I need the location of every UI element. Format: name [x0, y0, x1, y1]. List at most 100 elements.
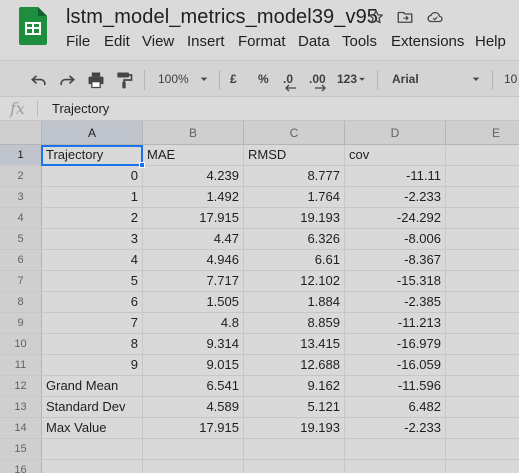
- cell-e6[interactable]: [446, 250, 519, 271]
- cell-d6[interactable]: -8.367: [345, 250, 446, 271]
- sheets-logo-icon[interactable]: [19, 7, 47, 45]
- move-to-folder-icon[interactable]: [396, 8, 414, 26]
- cell-c6[interactable]: 6.61: [244, 250, 345, 271]
- cell-e13[interactable]: [446, 397, 519, 418]
- cell-a9[interactable]: 7: [42, 313, 143, 334]
- menu-file[interactable]: File: [66, 33, 90, 50]
- menu-format[interactable]: Format: [238, 33, 286, 50]
- cell-a16[interactable]: [42, 460, 143, 473]
- cell-a14[interactable]: Max Value: [42, 418, 143, 439]
- cell-c16[interactable]: [244, 460, 345, 473]
- cell-d9[interactable]: -11.213: [345, 313, 446, 334]
- column-header-b[interactable]: B: [143, 121, 244, 145]
- cell-d5[interactable]: -8.006: [345, 229, 446, 250]
- cell-a5[interactable]: 3: [42, 229, 143, 250]
- menu-insert[interactable]: Insert: [187, 33, 225, 50]
- cell-a10[interactable]: 8: [42, 334, 143, 355]
- cell-a15[interactable]: [42, 439, 143, 460]
- document-title[interactable]: lstm_model_metrics_model39_v95: [66, 6, 378, 29]
- cell-c7[interactable]: 12.102: [244, 271, 345, 292]
- cell-c8[interactable]: 1.884: [244, 292, 345, 313]
- menu-help[interactable]: Help: [475, 33, 506, 50]
- menu-view[interactable]: View: [142, 33, 174, 50]
- cell-b4[interactable]: 17.915: [143, 208, 244, 229]
- cell-e2[interactable]: [446, 166, 519, 187]
- cell-c9[interactable]: 8.859: [244, 313, 345, 334]
- cell-b6[interactable]: 4.946: [143, 250, 244, 271]
- row-header-8[interactable]: 8: [0, 292, 42, 313]
- currency-format-button[interactable]: £: [230, 72, 237, 86]
- cell-a11[interactable]: 9: [42, 355, 143, 376]
- cell-b14[interactable]: 17.915: [143, 418, 244, 439]
- cell-a3[interactable]: 1: [42, 187, 143, 208]
- cell-d3[interactable]: -2.233: [345, 187, 446, 208]
- percent-format-button[interactable]: %: [258, 72, 269, 86]
- cell-b3[interactable]: 1.492: [143, 187, 244, 208]
- cell-c12[interactable]: 9.162: [244, 376, 345, 397]
- cell-a2[interactable]: 0: [42, 166, 143, 187]
- cloud-status-icon[interactable]: [426, 8, 444, 26]
- row-header-1[interactable]: 1: [0, 145, 42, 166]
- cell-c5[interactable]: 6.326: [244, 229, 345, 250]
- redo-icon[interactable]: [57, 70, 77, 90]
- menu-data[interactable]: Data: [298, 33, 330, 50]
- cell-c10[interactable]: 13.415: [244, 334, 345, 355]
- cell-c11[interactable]: 12.688: [244, 355, 345, 376]
- column-header-a[interactable]: A: [42, 121, 143, 145]
- zoom-dropdown-icon[interactable]: [196, 71, 212, 87]
- row-header-13[interactable]: 13: [0, 397, 42, 418]
- print-icon[interactable]: [86, 70, 106, 90]
- cell-d4[interactable]: -24.292: [345, 208, 446, 229]
- row-header-16[interactable]: 16: [0, 460, 42, 473]
- cell-d13[interactable]: 6.482: [345, 397, 446, 418]
- cell-b8[interactable]: 1.505: [143, 292, 244, 313]
- column-header-c[interactable]: C: [244, 121, 345, 145]
- cell-e5[interactable]: [446, 229, 519, 250]
- row-header-15[interactable]: 15: [0, 439, 42, 460]
- cell-b5[interactable]: 4.47: [143, 229, 244, 250]
- cell-b12[interactable]: 6.541: [143, 376, 244, 397]
- cell-b9[interactable]: 4.8: [143, 313, 244, 334]
- row-header-2[interactable]: 2: [0, 166, 42, 187]
- cell-d11[interactable]: -16.059: [345, 355, 446, 376]
- cell-d15[interactable]: [345, 439, 446, 460]
- cell-a8[interactable]: 6: [42, 292, 143, 313]
- column-header-d[interactable]: D: [345, 121, 446, 145]
- cell-c15[interactable]: [244, 439, 345, 460]
- cell-d1[interactable]: cov: [345, 145, 446, 166]
- cell-b2[interactable]: 4.239: [143, 166, 244, 187]
- cell-c13[interactable]: 5.121: [244, 397, 345, 418]
- cell-a13[interactable]: Standard Dev: [42, 397, 143, 418]
- column-header-e[interactable]: E: [446, 121, 519, 145]
- cell-c3[interactable]: 1.764: [244, 187, 345, 208]
- cell-b10[interactable]: 9.314: [143, 334, 244, 355]
- cell-c2[interactable]: 8.777: [244, 166, 345, 187]
- cell-c14[interactable]: 19.193: [244, 418, 345, 439]
- cell-c4[interactable]: 19.193: [244, 208, 345, 229]
- cell-e4[interactable]: [446, 208, 519, 229]
- cell-e11[interactable]: [446, 355, 519, 376]
- formula-input[interactable]: Trajectory: [52, 101, 109, 116]
- select-all-corner[interactable]: [0, 121, 42, 145]
- cell-e14[interactable]: [446, 418, 519, 439]
- cell-b11[interactable]: 9.015: [143, 355, 244, 376]
- cell-a12[interactable]: Grand Mean: [42, 376, 143, 397]
- cell-d14[interactable]: -2.233: [345, 418, 446, 439]
- cell-a4[interactable]: 2: [42, 208, 143, 229]
- cell-e1[interactable]: [446, 145, 519, 166]
- cell-d10[interactable]: -16.979: [345, 334, 446, 355]
- cell-d7[interactable]: -15.318: [345, 271, 446, 292]
- row-header-9[interactable]: 9: [0, 313, 42, 334]
- row-header-11[interactable]: 11: [0, 355, 42, 376]
- font-dropdown-icon[interactable]: [468, 71, 484, 87]
- cell-e8[interactable]: [446, 292, 519, 313]
- cell-a7[interactable]: 5: [42, 271, 143, 292]
- menu-edit[interactable]: Edit: [104, 33, 130, 50]
- cell-d12[interactable]: -11.596: [345, 376, 446, 397]
- more-formats-dropdown-icon[interactable]: [355, 72, 369, 86]
- cell-a6[interactable]: 4: [42, 250, 143, 271]
- cell-b7[interactable]: 7.717: [143, 271, 244, 292]
- font-size-input[interactable]: 10: [504, 72, 517, 86]
- cell-a1[interactable]: Trajectory: [42, 145, 143, 166]
- cell-b15[interactable]: [143, 439, 244, 460]
